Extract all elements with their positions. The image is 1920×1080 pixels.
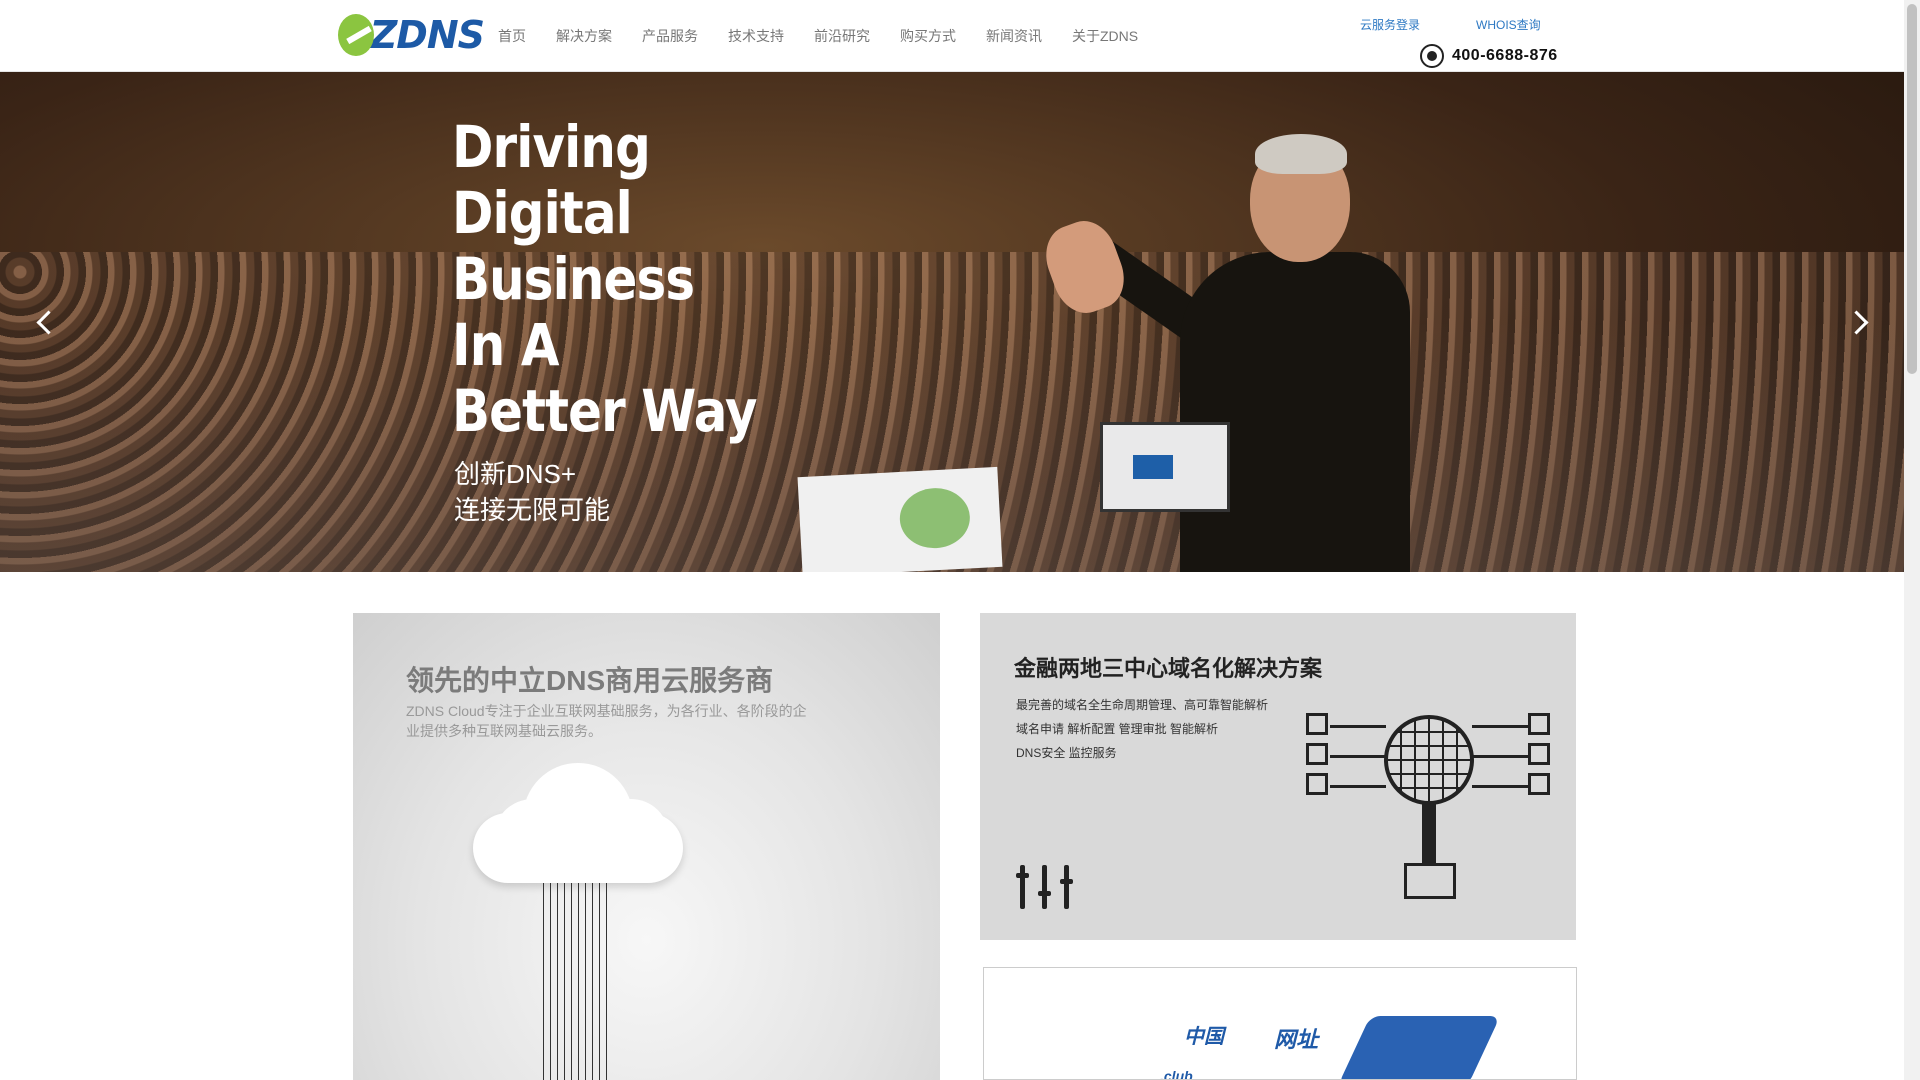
subtitle-line: 创新DNS+ [454,459,577,489]
scrollbar-thumb[interactable] [1907,4,1917,374]
site-header: ZDNS 首页 解决方案 产品服务 技术支持 前沿研究 购买方式 新闻资讯 关于… [0,0,1904,72]
headline-line: Business [452,245,695,313]
feature-line: DNS安全 监控服务 [1016,746,1117,760]
feature-line: 域名申请 解析配置 管理审批 智能解析 [1016,722,1219,736]
phone-number: 400-6688-876 [1452,47,1558,64]
top-links: 云服务登录 WHOIS查询 [1360,16,1597,33]
monitor-image [797,466,1003,572]
headline-line: In A [452,311,559,379]
finance-solution-card[interactable]: 金融两地三中心域名化解决方案 最完善的域名全生命周期管理、高可靠智能解析 域名申… [980,613,1576,940]
globe-network-icon [1306,713,1550,913]
tld-word: 中国 [1184,1026,1224,1048]
logo-mark-icon [338,14,374,56]
hero-headline: Driving Digital Business In A Better Way [452,114,813,444]
cloud-service-card[interactable]: 领先的中立DNS商用云服务商 ZDNS Cloud专注于企业互联网基础服务，为各… [353,613,940,1080]
subtitle-line: 连接无限可能 [454,495,611,525]
nav-item-products[interactable]: 产品服务 [642,26,698,46]
laptop-image [1100,422,1230,512]
main-nav: 首页 解决方案 产品服务 技术支持 前沿研究 购买方式 新闻资讯 关于ZDNS [498,26,1168,46]
tld-shape-image [1337,1016,1501,1079]
nav-item-home[interactable]: 首页 [498,26,526,46]
nav-item-news[interactable]: 新闻资讯 [986,26,1042,46]
whois-link[interactable]: WHOIS查询 [1476,16,1541,33]
headline-line: Better Way [452,377,757,445]
nav-item-research[interactable]: 前沿研究 [814,26,870,46]
card-title: 领先的中立DNS商用云服务商 [406,665,774,696]
cloud-icon [473,763,683,893]
page-scrollbar[interactable] [1904,0,1920,1080]
hero-banner: Driving Digital Business In A Better Way… [0,72,1904,572]
card-feature-list: 最完善的域名全生命周期管理、高可靠智能解析 域名申请 解析配置 管理审批 智能解… [1016,693,1268,765]
chevron-left-icon[interactable] [30,304,60,344]
zdns-logo[interactable]: ZDNS [338,12,485,58]
tld-illustration: 中国 网址 .club [1154,986,1514,1080]
hero-subtitle: 创新DNS+ 连接无限可能 [454,456,610,528]
feature-line: 最完善的域名全生命周期管理、高可靠智能解析 [1016,698,1269,712]
headline-line: Driving [452,113,651,181]
nav-item-purchase[interactable]: 购买方式 [900,26,956,46]
headline-line: Digital [452,179,633,247]
nav-item-about[interactable]: 关于ZDNS [1072,26,1138,46]
tld-word: 网址 [1274,1027,1319,1052]
cable-lines-image [543,883,613,1080]
card-title: 金融两地三中心域名化解决方案 [1014,656,1323,681]
logo-text: ZDNS [369,13,485,57]
phone-contact: 400-6688-876 [1420,44,1558,68]
nav-item-solutions[interactable]: 解决方案 [556,26,612,46]
chevron-right-icon[interactable] [1846,304,1876,344]
cloud-login-link[interactable]: 云服务登录 [1360,16,1420,33]
tld-card[interactable]: 中国 网址 .club [983,967,1577,1080]
equalizer-icon [1016,865,1080,909]
nav-item-support[interactable]: 技术支持 [728,26,784,46]
card-description: ZDNS Cloud专注于企业互联网基础服务，为各行业、各阶段的企业提供多种互联… [406,703,807,739]
phone-icon [1420,44,1444,68]
tld-word: .club [1160,1068,1193,1080]
